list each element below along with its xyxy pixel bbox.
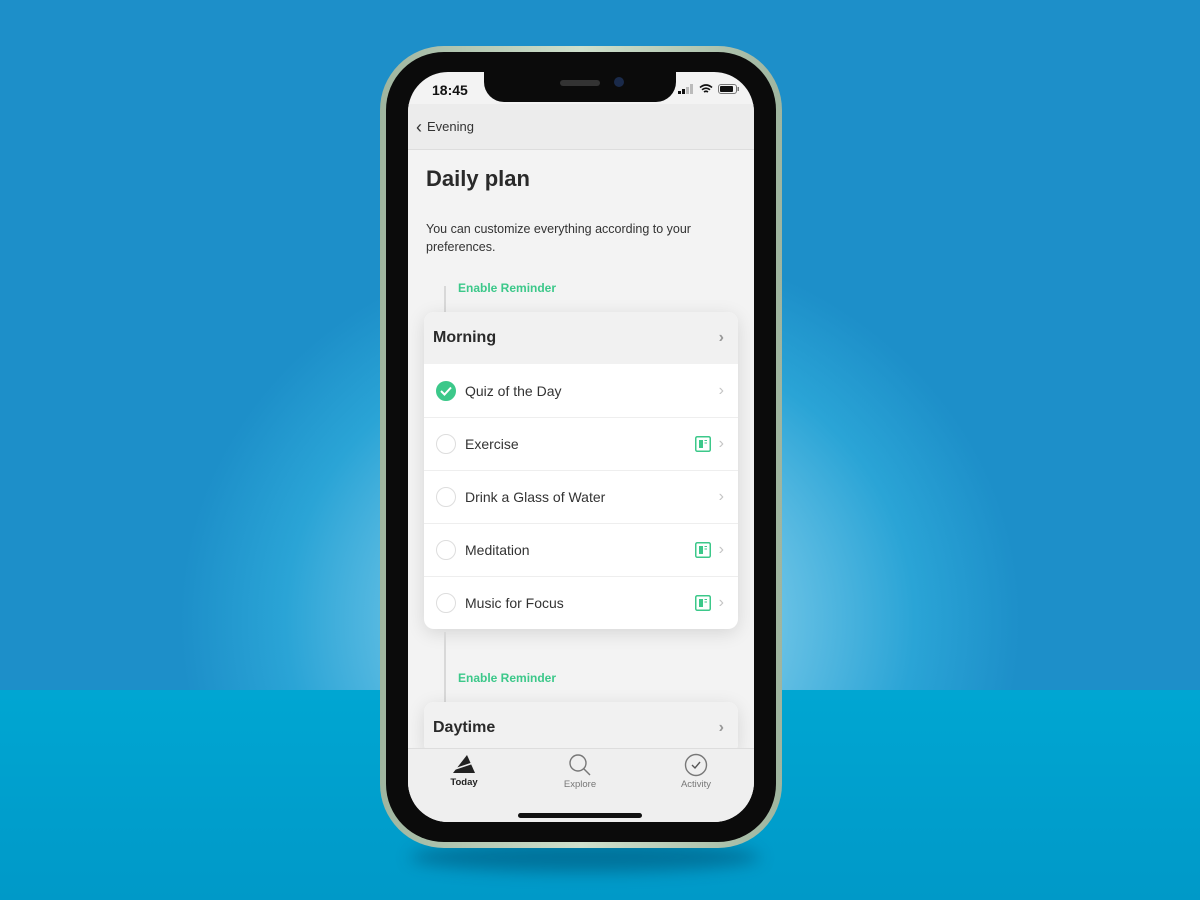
item-label: Drink a Glass of Water	[465, 489, 606, 505]
content-card-icon	[694, 436, 711, 452]
section-title: Daytime	[433, 719, 496, 736]
section-header-morning[interactable]: Morning ›	[424, 312, 738, 364]
unchecked-circle-icon[interactable]	[436, 487, 456, 507]
checked-circle-icon[interactable]	[436, 380, 456, 401]
list-item[interactable]: Drink a Glass of Water ›	[424, 470, 738, 523]
unchecked-circle-icon[interactable]	[436, 593, 456, 613]
chevron-right-icon: ›	[718, 329, 724, 346]
section-title: Morning	[433, 329, 497, 346]
timeline-line	[444, 286, 446, 312]
back-button[interactable]: ‹ Evening	[408, 104, 754, 150]
item-label: Quiz of the Day	[465, 382, 562, 399]
chevron-right-icon: ›	[718, 488, 724, 505]
section-card-morning: Morning › Quiz of the Day › Exercise › Dr…	[424, 312, 738, 629]
page-description: You can customize everything according t…	[426, 222, 691, 254]
chevron-right-icon: ›	[718, 381, 724, 399]
battery-icon	[718, 84, 739, 94]
status-time: 18:45	[432, 82, 468, 98]
list-item[interactable]: Exercise ›	[424, 417, 738, 470]
chevron-right-icon: ›	[718, 719, 724, 736]
back-label: Evening	[427, 119, 474, 134]
content-card-icon	[694, 542, 711, 558]
signal-icon	[678, 84, 693, 94]
item-label: Meditation	[465, 542, 530, 558]
page-title: Daily plan	[426, 166, 530, 191]
list-item[interactable]: Music for Focus ›	[424, 576, 738, 629]
tab-bar: Today Explore Activity	[408, 748, 754, 822]
section-card-daytime: Daytime ›	[424, 702, 738, 748]
content-card-icon	[694, 595, 711, 611]
home-indicator[interactable]	[518, 813, 642, 818]
search-icon	[569, 754, 591, 776]
list-item[interactable]: Quiz of the Day ›	[424, 364, 738, 417]
chevron-right-icon: ›	[718, 541, 724, 558]
chevron-right-icon: ›	[718, 594, 724, 611]
tab-activity[interactable]: Activity	[656, 753, 736, 790]
content[interactable]: Daily plan You can customize everything …	[408, 150, 754, 748]
enable-reminder-daytime[interactable]: Enable Reminder	[458, 671, 556, 685]
item-label: Music for Focus	[465, 595, 564, 611]
tab-explore[interactable]: Explore	[540, 753, 620, 790]
check-circle-icon	[684, 753, 708, 777]
chevron-right-icon: ›	[718, 435, 724, 452]
unchecked-circle-icon[interactable]	[436, 434, 456, 454]
camera-icon	[614, 77, 624, 87]
screen: 18:45 ‹ Evening Daily plan You can custom…	[408, 72, 754, 822]
phone-frame: 18:45 ‹ Evening Daily plan You can custom…	[380, 46, 782, 848]
list-item[interactable]: Meditation ›	[424, 523, 738, 576]
today-icon	[453, 755, 475, 773]
enable-reminder-morning[interactable]: Enable Reminder	[458, 281, 556, 295]
tab-label: Today	[450, 777, 478, 788]
notch	[484, 72, 676, 102]
section-header-daytime[interactable]: Daytime ›	[424, 702, 738, 748]
timeline-line	[444, 632, 446, 702]
tab-label: Explore	[563, 779, 597, 790]
tab-today[interactable]: Today	[424, 753, 504, 788]
unchecked-circle-icon[interactable]	[436, 540, 456, 560]
chevron-left-icon: ‹	[416, 116, 422, 137]
tab-label: Activity	[680, 779, 712, 790]
item-label: Exercise	[465, 436, 519, 452]
wifi-icon	[699, 84, 713, 93]
